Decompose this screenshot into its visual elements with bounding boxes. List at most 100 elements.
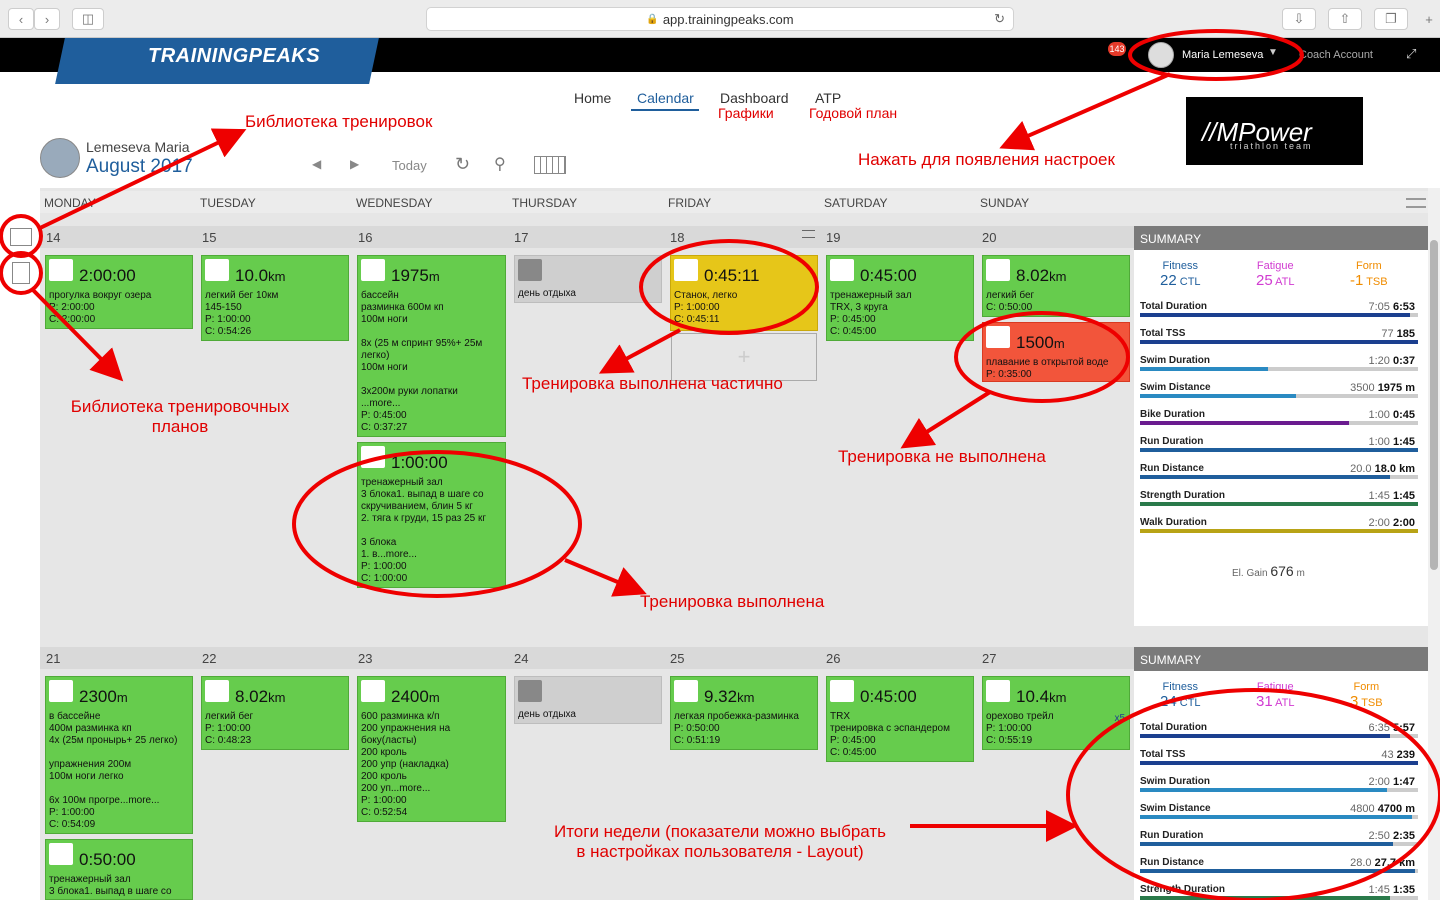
summary-row-bar	[1140, 367, 1418, 371]
workout-card-missed[interactable]: 1500m плавание в открытой воде P: 0:35:00	[982, 322, 1130, 382]
workout-card[interactable]: 8.02km легкий бег P: 1:00:00 C: 0:48:23	[201, 676, 349, 750]
summary-row: Strength Duration 1:45 1:45	[1140, 490, 1418, 516]
summary-row-bar-fill	[1140, 896, 1391, 900]
workout-card[interactable]: 0:45:00 тренажерный зал TRX, 3 круга P: 0…	[826, 255, 974, 341]
workout-value-num: 10.4	[1016, 687, 1050, 706]
mpower-logo-sub: triathlon team	[1230, 141, 1313, 151]
annotation-not-done: Тренировка не выполнена	[838, 447, 1046, 466]
expand-icon[interactable]: ⤢	[1406, 46, 1416, 62]
plan-library-icon[interactable]	[12, 262, 30, 284]
rest-day-card[interactable]: день отдыха	[514, 255, 662, 303]
coach-account-link[interactable]: Coach Account	[1299, 49, 1373, 61]
el-gain-value: 676	[1270, 563, 1294, 579]
workout-card[interactable]: 10.4km орехово трейл P: 1:00:00 C: 0:55:1…	[982, 676, 1130, 750]
workout-card[interactable]: 8.02km легкий бег C: 0:50:00	[982, 255, 1130, 317]
day-name: TUESDAY	[200, 196, 256, 210]
workout-library-icon[interactable]	[10, 228, 32, 246]
workout-desc: 600 разминка к/п 200 упражнения на боку(…	[361, 711, 451, 818]
url-bar[interactable]: 🔒 app.trainingpeaks.com ↻	[426, 7, 1014, 31]
date: 20	[982, 230, 997, 245]
chevron-down-icon[interactable]: ▼	[1268, 47, 1278, 58]
day-name: SUNDAY	[980, 196, 1030, 210]
date: 19	[826, 230, 841, 245]
rest-day-card[interactable]: день отдыха	[514, 676, 662, 724]
summary-row-plan: 2:00	[1368, 776, 1390, 788]
avatar[interactable]	[1148, 42, 1174, 68]
workout-card[interactable]: 0:45:00 TRX тренировка с эспандером P: 0:…	[826, 676, 974, 762]
menu-icon[interactable]	[1406, 198, 1426, 208]
summary-row-bar-fill	[1140, 529, 1418, 533]
summary-row-value: 1:00 1:45	[1368, 436, 1415, 448]
workout-value: 8.02km	[1016, 266, 1066, 286]
workout-card[interactable]: 2:00:00 прогулка вокруг озера P: 2:00:00 …	[45, 255, 193, 329]
workout-value: 0:45:00	[860, 687, 917, 706]
fitness-label: Fitness	[1162, 260, 1198, 272]
user-name[interactable]: Maria Lemeseva	[1182, 49, 1263, 61]
nav-calendar[interactable]: Calendar	[637, 90, 694, 106]
summary-row-bar-fill	[1140, 734, 1391, 738]
forward-button[interactable]: ›	[34, 8, 60, 30]
workout-unit: m	[1053, 336, 1065, 351]
summary-row-actual: 1975 m	[1377, 382, 1415, 394]
workout-card[interactable]: 1975m бассейн разминка 600м кп 100м ноги …	[357, 255, 506, 437]
rest-icon	[518, 259, 542, 281]
scrollbar-thumb[interactable]	[1430, 240, 1438, 570]
summary-row-actual: 1:45	[1392, 436, 1415, 448]
workout-value-num: 8.02	[235, 687, 269, 706]
download-icon[interactable]: ⇩	[1282, 8, 1316, 30]
day-menu-icon[interactable]	[802, 230, 815, 238]
workout-value-num: 2400	[391, 687, 429, 706]
workout-card[interactable]: 9.32km легкая пробежка-разминка P: 0:50:0…	[670, 676, 818, 750]
prev-arrow-icon[interactable]: ◀	[312, 157, 321, 171]
summary-row-plan: 2:50	[1368, 830, 1390, 842]
reload-icon[interactable]: ↻	[994, 11, 1005, 27]
nav-atp[interactable]: ATP	[815, 90, 841, 106]
workout-value: 0:45:00	[860, 266, 917, 285]
workout-desc: орехово трейл P: 1:00:00 C: 0:55:19	[986, 711, 1054, 746]
workout-card[interactable]: 2300m в бассейне 400м разминка кп 4х (25м…	[45, 676, 193, 834]
nav-home[interactable]: Home	[574, 90, 611, 106]
summary-row-plan: 20.0	[1350, 463, 1372, 475]
workout-value-num: 9.32	[704, 687, 738, 706]
summary-row-actual: 18.0 km	[1374, 463, 1415, 475]
url-text: app.trainingpeaks.com	[662, 11, 794, 27]
workout-card[interactable]: 1:00:00 тренажерный зал 3 блока1. выпад в…	[357, 442, 506, 588]
annotation-done: Тренировка выполнена	[640, 592, 825, 611]
annotation-weekly: Итоги недели (показатели можно выбрать в…	[553, 822, 887, 861]
athlete-avatar[interactable]	[40, 138, 80, 178]
el-gain: El. Gain 676 m	[1232, 563, 1305, 579]
new-tab-button[interactable]: +	[1418, 8, 1440, 30]
share-icon[interactable]: ⇧	[1328, 8, 1362, 30]
workout-desc: прогулка вокруг озера P: 2:00:00 C: 2:00…	[49, 290, 152, 325]
workout-value: 10.0km	[235, 266, 285, 286]
workout-value: 2300m	[79, 687, 128, 707]
sidebar-toggle-icon[interactable]: ◫	[72, 8, 104, 30]
back-button[interactable]: ‹	[8, 8, 34, 30]
workout-card[interactable]: 0:50:00 тренажерный зал 3 блока1. выпад в…	[45, 839, 193, 900]
workout-card-partial[interactable]: 0:45:11 Станок, легко P: 1:00:00 C: 0:45:…	[670, 255, 818, 331]
summary-row-plan: 6:35	[1368, 722, 1390, 734]
search-icon[interactable]: ⚲	[494, 154, 506, 174]
workout-card[interactable]: 2400m 600 разминка к/п 200 упражнения на …	[357, 676, 506, 822]
workout-value: 10.4km	[1016, 687, 1066, 707]
logo[interactable]: TRAININGPEAKS	[148, 45, 320, 68]
fatigue-metric: Fatigue 25 ATL	[1256, 260, 1295, 289]
nav-dashboard[interactable]: Dashboard	[720, 90, 789, 106]
summary-row-plan: 1:00	[1368, 409, 1390, 421]
summary-row-bar-fill	[1140, 313, 1410, 317]
tabs-icon[interactable]: ❐	[1374, 8, 1408, 30]
refresh-icon[interactable]: ↻	[455, 154, 470, 175]
today-button[interactable]: Today	[392, 158, 427, 173]
summary-row-value: 2:50 2:35	[1368, 830, 1415, 842]
summary-row-bar-fill	[1140, 448, 1418, 452]
workout-value-num: 1975	[391, 266, 429, 285]
calendar-picker-icon[interactable]	[534, 156, 566, 174]
notification-badge[interactable]: 143	[1108, 42, 1126, 56]
next-arrow-icon[interactable]: ▶	[350, 157, 359, 171]
swim-icon	[361, 680, 385, 702]
summary-row-bar-fill	[1140, 815, 1413, 819]
summary-row: Run Duration 2:50 2:35	[1140, 830, 1418, 856]
summary-row: Run Distance 20.0 18.0 km	[1140, 463, 1418, 489]
summary-row-bar	[1140, 734, 1418, 738]
workout-card[interactable]: 10.0km легкий бег 10км 145-150 P: 1:00:00…	[201, 255, 349, 341]
